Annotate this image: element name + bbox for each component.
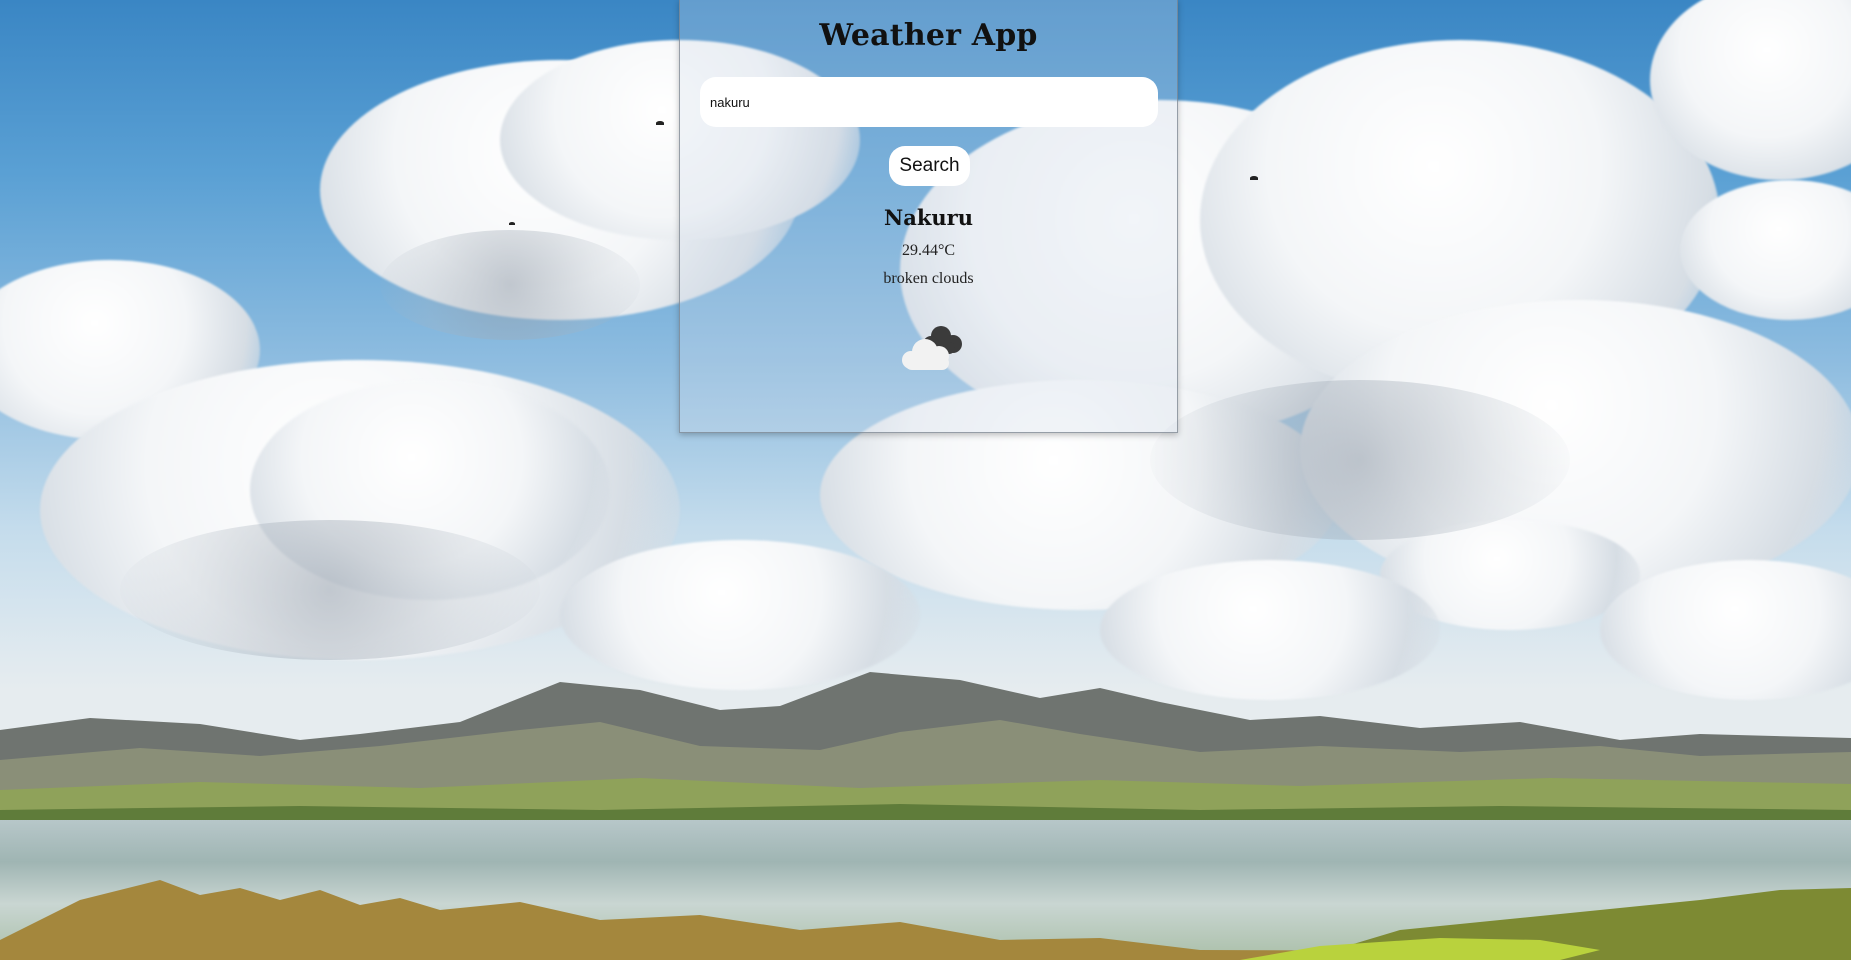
temperature: 29.44°C [901, 242, 956, 259]
search-button[interactable]: Search [889, 146, 970, 186]
foreground-reeds [0, 880, 1851, 960]
city-search-input[interactable] [700, 77, 1158, 127]
mountain-range [0, 672, 1851, 840]
app-title: Weather App [819, 18, 1038, 53]
weather-description: broken clouds [883, 270, 974, 287]
weather-card: Weather App Search Nakuru 29.44°C broken… [679, 0, 1178, 433]
city-name: Nakuru [884, 205, 973, 230]
broken-clouds-icon [902, 326, 962, 370]
